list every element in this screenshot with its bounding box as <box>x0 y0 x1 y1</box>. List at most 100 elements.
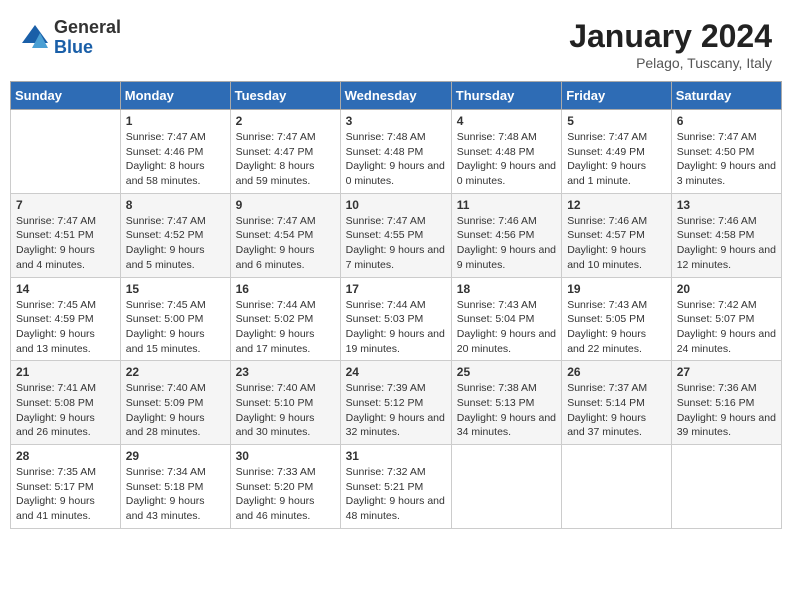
day-number: 19 <box>567 282 666 296</box>
calendar-cell: 26 Sunrise: 7:37 AMSunset: 5:14 PMDayligh… <box>562 361 672 445</box>
day-info: Sunrise: 7:47 AMSunset: 4:47 PMDaylight:… <box>236 130 335 189</box>
day-info: Sunrise: 7:34 AMSunset: 5:18 PMDaylight:… <box>126 465 225 524</box>
calendar-cell: 8 Sunrise: 7:47 AMSunset: 4:52 PMDaylight… <box>120 193 230 277</box>
calendar-cell: 25 Sunrise: 7:38 AMSunset: 5:13 PMDayligh… <box>451 361 561 445</box>
day-info: Sunrise: 7:47 AMSunset: 4:51 PMDaylight:… <box>16 214 115 273</box>
day-info: Sunrise: 7:36 AMSunset: 5:16 PMDaylight:… <box>677 381 776 440</box>
calendar-cell: 12 Sunrise: 7:46 AMSunset: 4:57 PMDayligh… <box>562 193 672 277</box>
day-number: 5 <box>567 114 666 128</box>
day-info: Sunrise: 7:33 AMSunset: 5:20 PMDaylight:… <box>236 465 335 524</box>
calendar-cell: 6 Sunrise: 7:47 AMSunset: 4:50 PMDaylight… <box>671 110 781 194</box>
calendar-cell: 22Sunrise: 7:40 AMSunset: 5:09 PMDayligh… <box>120 361 230 445</box>
day-number: 16 <box>236 282 335 296</box>
calendar-cell: 17 Sunrise: 7:44 AMSunset: 5:03 PMDayligh… <box>340 277 451 361</box>
calendar-cell: 30 Sunrise: 7:33 AMSunset: 5:20 PMDayligh… <box>230 445 340 529</box>
day-info: Sunrise: 7:48 AMSunset: 4:48 PMDaylight:… <box>346 130 446 189</box>
calendar-cell: 19 Sunrise: 7:43 AMSunset: 5:05 PMDayligh… <box>562 277 672 361</box>
calendar-title: January 2024 <box>569 18 772 55</box>
calendar-cell <box>562 445 672 529</box>
calendar-cell: 21Sunrise: 7:41 AMSunset: 5:08 PMDayligh… <box>11 361 121 445</box>
day-number: 2 <box>236 114 335 128</box>
day-number: 24 <box>346 365 446 379</box>
calendar-cell: 24 Sunrise: 7:39 AMSunset: 5:12 PMDayligh… <box>340 361 451 445</box>
day-info: Sunrise: 7:45 AMSunset: 4:59 PMDaylight:… <box>16 298 115 357</box>
day-info: Sunrise: 7:42 AMSunset: 5:07 PMDaylight:… <box>677 298 776 357</box>
header-day-monday: Monday <box>120 82 230 110</box>
day-number: 8 <box>126 198 225 212</box>
day-number: 3 <box>346 114 446 128</box>
day-info: Sunrise: 7:38 AMSunset: 5:13 PMDaylight:… <box>457 381 556 440</box>
calendar-cell: 5 Sunrise: 7:47 AMSunset: 4:49 PMDaylight… <box>562 110 672 194</box>
day-number: 15 <box>126 282 225 296</box>
calendar-cell <box>671 445 781 529</box>
day-number: 6 <box>677 114 776 128</box>
header-day-wednesday: Wednesday <box>340 82 451 110</box>
week-row-1: 7Sunrise: 7:47 AMSunset: 4:51 PMDaylight… <box>11 193 782 277</box>
page-header: General Blue January 2024 Pelago, Tuscan… <box>10 10 782 75</box>
day-number: 14 <box>16 282 115 296</box>
day-info: Sunrise: 7:47 AMSunset: 4:49 PMDaylight:… <box>567 130 666 189</box>
header-day-friday: Friday <box>562 82 672 110</box>
day-info: Sunrise: 7:41 AMSunset: 5:08 PMDaylight:… <box>16 381 115 440</box>
day-info: Sunrise: 7:37 AMSunset: 5:14 PMDaylight:… <box>567 381 666 440</box>
calendar-header: SundayMondayTuesdayWednesdayThursdayFrid… <box>11 82 782 110</box>
day-number: 12 <box>567 198 666 212</box>
calendar-cell: 11Sunrise: 7:46 AMSunset: 4:56 PMDayligh… <box>451 193 561 277</box>
day-info: Sunrise: 7:47 AMSunset: 4:46 PMDaylight:… <box>126 130 225 189</box>
day-number: 29 <box>126 449 225 463</box>
calendar-cell <box>11 110 121 194</box>
day-number: 30 <box>236 449 335 463</box>
calendar-cell: 16 Sunrise: 7:44 AMSunset: 5:02 PMDayligh… <box>230 277 340 361</box>
calendar-cell: 23 Sunrise: 7:40 AMSunset: 5:10 PMDayligh… <box>230 361 340 445</box>
calendar-body: 1 Sunrise: 7:47 AMSunset: 4:46 PMDaylight… <box>11 110 782 529</box>
day-info: Sunrise: 7:44 AMSunset: 5:03 PMDaylight:… <box>346 298 446 357</box>
calendar-cell <box>451 445 561 529</box>
day-info: Sunrise: 7:47 AMSunset: 4:50 PMDaylight:… <box>677 130 776 189</box>
logo: General Blue <box>20 18 121 58</box>
calendar-cell: 4Sunrise: 7:48 AMSunset: 4:48 PMDaylight… <box>451 110 561 194</box>
calendar-cell: 2 Sunrise: 7:47 AMSunset: 4:47 PMDaylight… <box>230 110 340 194</box>
day-info: Sunrise: 7:32 AMSunset: 5:21 PMDaylight:… <box>346 465 446 524</box>
calendar-cell: 14 Sunrise: 7:45 AMSunset: 4:59 PMDayligh… <box>11 277 121 361</box>
day-number: 26 <box>567 365 666 379</box>
day-number: 13 <box>677 198 776 212</box>
day-number: 23 <box>236 365 335 379</box>
day-number: 18 <box>457 282 556 296</box>
calendar-cell: 1 Sunrise: 7:47 AMSunset: 4:46 PMDaylight… <box>120 110 230 194</box>
calendar-cell: 27 Sunrise: 7:36 AMSunset: 5:16 PMDayligh… <box>671 361 781 445</box>
header-row: SundayMondayTuesdayWednesdayThursdayFrid… <box>11 82 782 110</box>
calendar-cell: 18Sunrise: 7:43 AMSunset: 5:04 PMDayligh… <box>451 277 561 361</box>
day-info: Sunrise: 7:48 AMSunset: 4:48 PMDaylight:… <box>457 130 556 189</box>
calendar-subtitle: Pelago, Tuscany, Italy <box>569 55 772 71</box>
day-info: Sunrise: 7:47 AMSunset: 4:52 PMDaylight:… <box>126 214 225 273</box>
day-number: 20 <box>677 282 776 296</box>
day-number: 1 <box>126 114 225 128</box>
day-number: 9 <box>236 198 335 212</box>
day-info: Sunrise: 7:44 AMSunset: 5:02 PMDaylight:… <box>236 298 335 357</box>
calendar-cell: 31Sunrise: 7:32 AMSunset: 5:21 PMDayligh… <box>340 445 451 529</box>
header-day-sunday: Sunday <box>11 82 121 110</box>
day-info: Sunrise: 7:43 AMSunset: 5:05 PMDaylight:… <box>567 298 666 357</box>
calendar-cell: 13Sunrise: 7:46 AMSunset: 4:58 PMDayligh… <box>671 193 781 277</box>
week-row-3: 21Sunrise: 7:41 AMSunset: 5:08 PMDayligh… <box>11 361 782 445</box>
day-number: 17 <box>346 282 446 296</box>
calendar-cell: 3 Sunrise: 7:48 AMSunset: 4:48 PMDaylight… <box>340 110 451 194</box>
title-block: January 2024 Pelago, Tuscany, Italy <box>569 18 772 71</box>
logo-text: General Blue <box>54 18 121 58</box>
calendar-cell: 9 Sunrise: 7:47 AMSunset: 4:54 PMDaylight… <box>230 193 340 277</box>
calendar-table: SundayMondayTuesdayWednesdayThursdayFrid… <box>10 81 782 529</box>
week-row-2: 14 Sunrise: 7:45 AMSunset: 4:59 PMDayligh… <box>11 277 782 361</box>
day-info: Sunrise: 7:40 AMSunset: 5:09 PMDaylight:… <box>126 381 225 440</box>
day-info: Sunrise: 7:46 AMSunset: 4:57 PMDaylight:… <box>567 214 666 273</box>
day-info: Sunrise: 7:40 AMSunset: 5:10 PMDaylight:… <box>236 381 335 440</box>
header-day-saturday: Saturday <box>671 82 781 110</box>
day-info: Sunrise: 7:47 AMSunset: 4:55 PMDaylight:… <box>346 214 446 273</box>
day-number: 25 <box>457 365 556 379</box>
day-number: 27 <box>677 365 776 379</box>
header-day-tuesday: Tuesday <box>230 82 340 110</box>
day-info: Sunrise: 7:46 AMSunset: 4:56 PMDaylight:… <box>457 214 556 273</box>
header-day-thursday: Thursday <box>451 82 561 110</box>
day-info: Sunrise: 7:39 AMSunset: 5:12 PMDaylight:… <box>346 381 446 440</box>
day-info: Sunrise: 7:47 AMSunset: 4:54 PMDaylight:… <box>236 214 335 273</box>
logo-blue: Blue <box>54 38 121 58</box>
